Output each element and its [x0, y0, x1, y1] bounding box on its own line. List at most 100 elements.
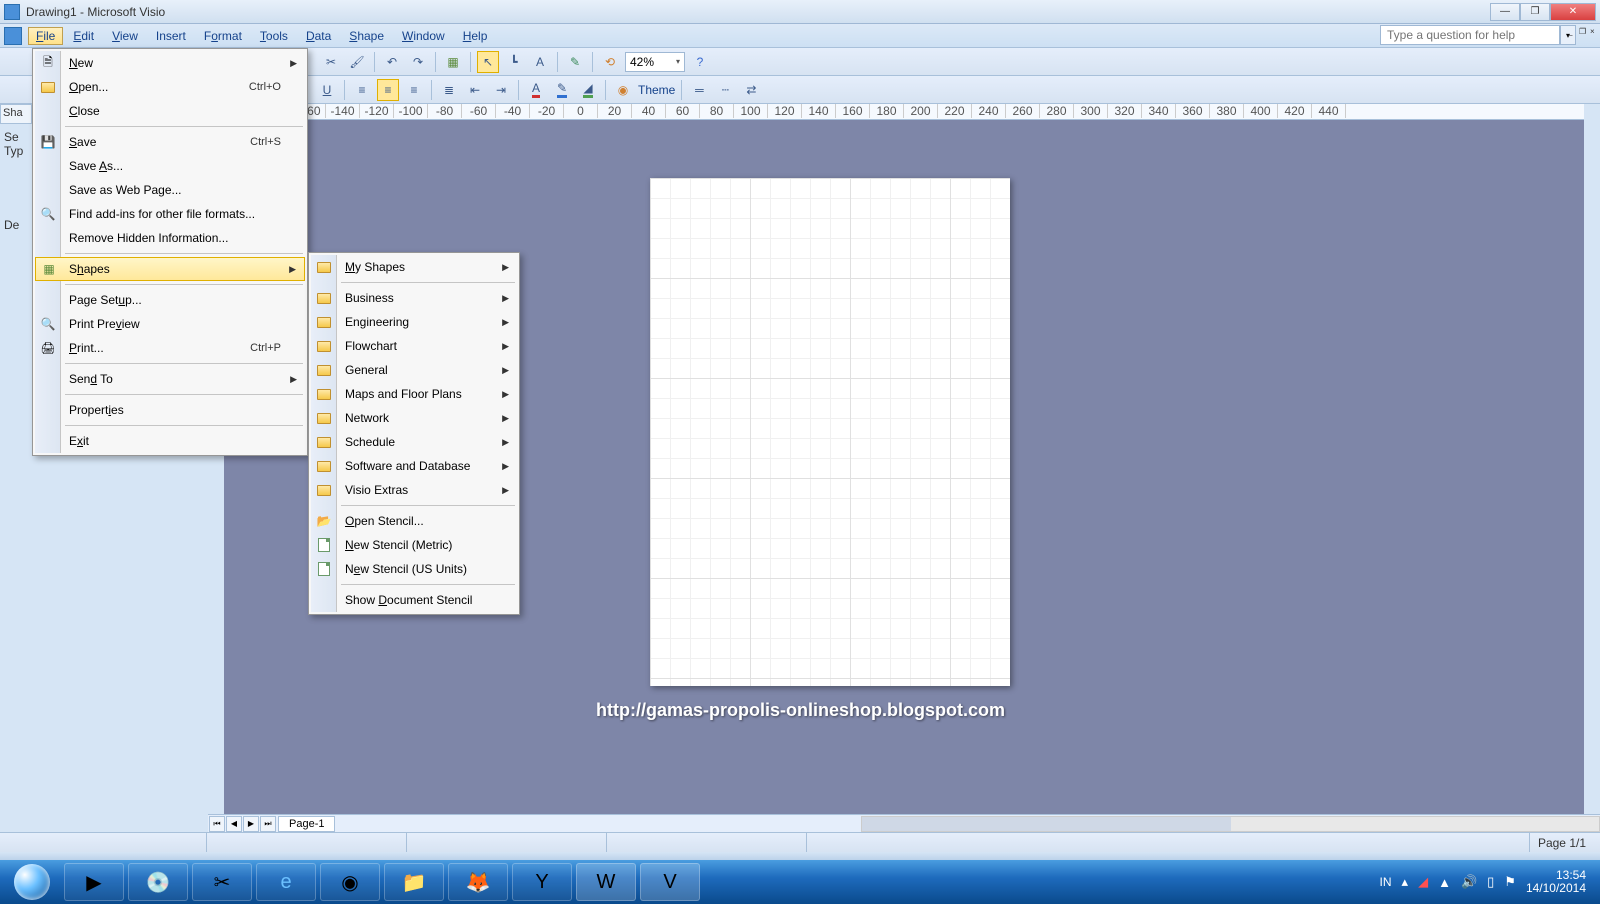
task-firefox[interactable]: 🦊 — [448, 863, 508, 901]
file-new[interactable]: 🗎New▶ — [35, 51, 305, 75]
tray-avira-icon[interactable]: ◢ — [1418, 874, 1428, 890]
menu-format[interactable]: Format — [196, 27, 250, 45]
shapes-business[interactable]: Business▶ — [311, 286, 517, 310]
tray-flag-icon[interactable]: ⚑ — [1504, 874, 1516, 890]
task-media-player[interactable]: ▶ — [64, 863, 124, 901]
connector-tool[interactable]: ┗ — [503, 51, 525, 73]
menu-file[interactable]: File — [28, 27, 63, 45]
file-close[interactable]: Close — [35, 99, 305, 123]
mdi-minimize[interactable]: _ — [1568, 27, 1578, 37]
task-chrome[interactable]: ◉ — [320, 863, 380, 901]
decrease-indent-button[interactable]: ⇤ — [464, 79, 486, 101]
menu-view[interactable]: View — [104, 27, 146, 45]
theme-icon[interactable]: ◉ — [612, 79, 634, 101]
last-page-button[interactable]: ⏭ — [260, 816, 276, 832]
task-disc[interactable]: 💿 — [128, 863, 188, 901]
ink-tool[interactable]: ✎ — [564, 51, 586, 73]
file-send-to[interactable]: Send To▶ — [35, 367, 305, 391]
align-left-button[interactable]: ≡ — [351, 79, 373, 101]
menu-help[interactable]: Help — [455, 27, 496, 45]
tray-battery-icon[interactable]: ▯ — [1487, 874, 1494, 890]
file-remove-hidden[interactable]: Remove Hidden Information... — [35, 226, 305, 250]
file-exit[interactable]: Exit — [35, 429, 305, 453]
file-open[interactable]: Open...Ctrl+O — [35, 75, 305, 99]
help-search-input[interactable] — [1380, 25, 1560, 45]
start-button[interactable] — [4, 862, 60, 902]
shapes-my-shapes[interactable]: My Shapes▶ — [311, 255, 517, 279]
task-yahoo[interactable]: Y — [512, 863, 572, 901]
menu-edit[interactable]: Edit — [65, 27, 102, 45]
shapes-general[interactable]: General▶ — [311, 358, 517, 382]
menu-insert[interactable]: Insert — [148, 27, 194, 45]
file-print[interactable]: 🖨Print...Ctrl+P — [35, 336, 305, 360]
shapes-engineering[interactable]: Engineering▶ — [311, 310, 517, 334]
undo-button[interactable]: ↶ — [381, 51, 403, 73]
close-button[interactable]: ✕ — [1550, 3, 1596, 21]
theme-label[interactable]: Theme — [638, 83, 675, 97]
align-right-button[interactable]: ≡ — [403, 79, 425, 101]
file-print-preview[interactable]: 🔍Print Preview — [35, 312, 305, 336]
shapes-maps[interactable]: Maps and Floor Plans▶ — [311, 382, 517, 406]
line-color-button[interactable]: ✎ — [551, 79, 573, 101]
cut-button[interactable]: ✂ — [320, 51, 342, 73]
task-ie[interactable]: e — [256, 863, 316, 901]
file-shapes[interactable]: ▦Shapes▶ — [35, 257, 305, 281]
file-properties[interactable]: Properties — [35, 398, 305, 422]
file-save-web[interactable]: Save as Web Page... — [35, 178, 305, 202]
menu-shape[interactable]: Shape — [341, 27, 392, 45]
horizontal-scrollbar[interactable] — [861, 816, 1600, 832]
font-color-button[interactable]: A — [525, 79, 547, 101]
pointer-tool[interactable]: ↖ — [477, 51, 499, 73]
shapes-button[interactable]: ▦ — [442, 51, 464, 73]
fill-color-button[interactable]: ◢ — [577, 79, 599, 101]
shapes-new-stencil-metric[interactable]: New Stencil (Metric) — [311, 533, 517, 557]
tray-lang[interactable]: IN — [1380, 875, 1392, 889]
menu-window[interactable]: Window — [394, 27, 453, 45]
help-button[interactable]: ? — [689, 51, 711, 73]
tray-chevron-icon[interactable]: ▴ — [1402, 874, 1409, 890]
align-center-button[interactable]: ≡ — [377, 79, 399, 101]
task-word[interactable]: W — [576, 863, 636, 901]
file-find-addins[interactable]: 🔍Find add-ins for other file formats... — [35, 202, 305, 226]
menu-tools[interactable]: Tools — [252, 27, 296, 45]
menu-data[interactable]: Data — [298, 27, 339, 45]
first-page-button[interactable]: ⏮ — [209, 816, 225, 832]
task-explorer[interactable]: 📁 — [384, 863, 444, 901]
line-weight-button[interactable]: ═ — [688, 79, 710, 101]
file-save[interactable]: 💾SaveCtrl+S — [35, 130, 305, 154]
mdi-close[interactable]: × — [1590, 27, 1600, 37]
underline-button[interactable]: U — [316, 79, 338, 101]
task-snip[interactable]: ✂ — [192, 863, 252, 901]
shapes-new-stencil-us[interactable]: New Stencil (US Units) — [311, 557, 517, 581]
shapes-panel-tab[interactable]: Sha — [0, 104, 32, 124]
drawing-page[interactable] — [650, 178, 1010, 686]
shapes-schedule[interactable]: Schedule▶ — [311, 430, 517, 454]
mdi-restore[interactable]: ❐ — [1579, 27, 1589, 37]
maximize-button[interactable]: ❐ — [1520, 3, 1550, 21]
line-pattern-button[interactable]: ┄ — [714, 79, 736, 101]
file-page-setup[interactable]: Page Setup... — [35, 288, 305, 312]
next-page-button[interactable]: ▶ — [243, 816, 259, 832]
page-tab-1[interactable]: Page-1 — [278, 816, 335, 832]
format-painter-button[interactable]: 🖌 — [346, 51, 368, 73]
file-save-as[interactable]: Save As... — [35, 154, 305, 178]
shapes-show-doc-stencil[interactable]: Show Document Stencil — [311, 588, 517, 612]
prev-page-button[interactable]: ◀ — [226, 816, 242, 832]
shapes-network[interactable]: Network▶ — [311, 406, 517, 430]
shapes-open-stencil[interactable]: 📂Open Stencil... — [311, 509, 517, 533]
text-tool[interactable]: A — [529, 51, 551, 73]
rotate-tool[interactable]: ⟲ — [599, 51, 621, 73]
bullets-button[interactable]: ≣ — [438, 79, 460, 101]
zoom-combo[interactable]: 42%▾ — [625, 52, 685, 72]
line-ends-button[interactable]: ⇄ — [740, 79, 762, 101]
redo-button[interactable]: ↷ — [407, 51, 429, 73]
tray-volume-icon[interactable]: 🔊 — [1461, 874, 1477, 890]
system-menu-icon[interactable] — [4, 27, 22, 45]
shapes-visio-extras[interactable]: Visio Extras▶ — [311, 478, 517, 502]
shapes-software[interactable]: Software and Database▶ — [311, 454, 517, 478]
minimize-button[interactable]: — — [1490, 3, 1520, 21]
increase-indent-button[interactable]: ⇥ — [490, 79, 512, 101]
tray-network-icon[interactable]: ▲ — [1438, 875, 1451, 890]
tray-clock[interactable]: 13:54 14/10/2014 — [1526, 869, 1586, 895]
task-visio[interactable]: V — [640, 863, 700, 901]
